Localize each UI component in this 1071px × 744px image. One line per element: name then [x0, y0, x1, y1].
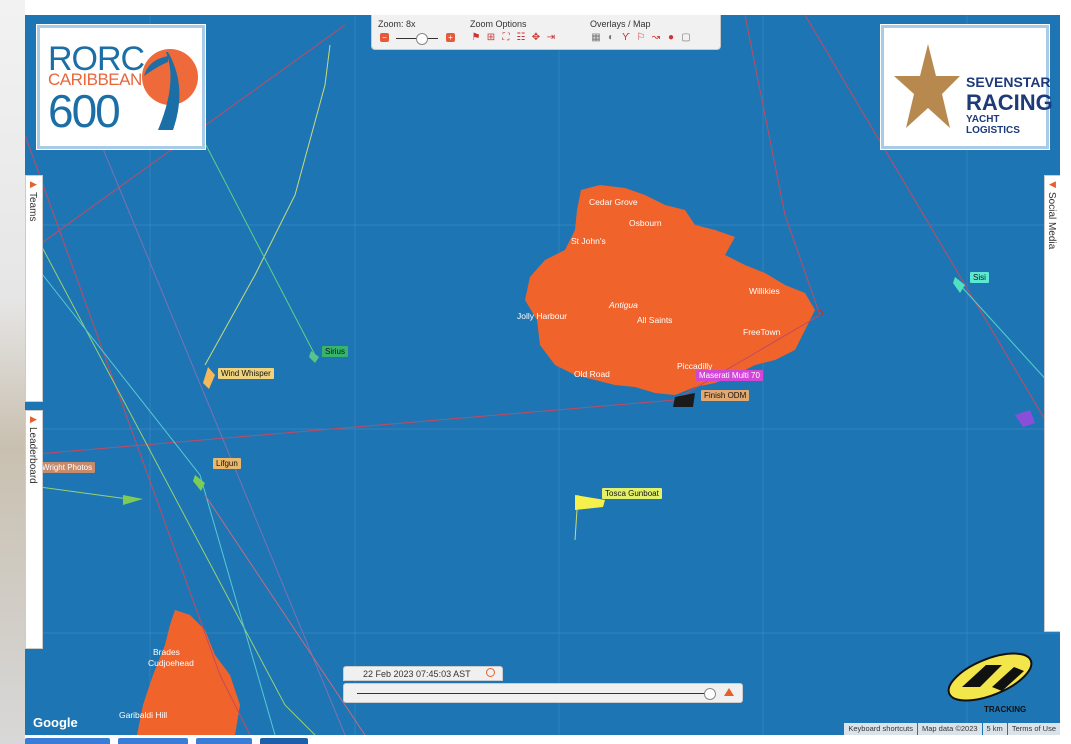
zoom-options-label: Zoom Options — [470, 19, 527, 29]
leaderboard-arrow-icon: ▶ — [30, 414, 37, 424]
leaderboard-tab-label: Leaderboard — [27, 427, 38, 484]
map-footer: Keyboard shortcuts Map data ©2023 5 km T… — [843, 723, 1060, 735]
timeline-datetime: 22 Feb 2023 07:45:03 AST — [343, 666, 503, 681]
place-brades: Brades — [153, 647, 180, 657]
boat-label-finish[interactable]: Finish ODM — [701, 390, 750, 401]
boat-label-lifgun[interactable]: Lifgun — [213, 458, 241, 469]
boat-label-sisi[interactable]: Sisi — [970, 272, 989, 283]
star-icon — [894, 44, 960, 128]
place-garibaldi-hill: Garibaldi Hill — [119, 710, 168, 720]
fleet-icon[interactable]: ⛶ — [500, 32, 512, 44]
timeline-control[interactable]: 22 Feb 2023 07:45:03 AST — [343, 666, 743, 704]
timeline-knob[interactable] — [704, 688, 716, 700]
place-osbourn: Osbourn — [629, 218, 662, 228]
timeline-bar[interactable] — [343, 683, 743, 703]
grid-icon[interactable]: ▦ — [590, 32, 602, 44]
leaderboard-tab[interactable]: ▶ Leaderboard — [25, 410, 43, 649]
bottom-buttons-strip — [25, 738, 308, 744]
play-icon[interactable] — [724, 688, 734, 696]
social-tab-label: Social Media — [1046, 192, 1057, 250]
place-willikies: Willikies — [749, 286, 780, 296]
clock-icon[interactable] — [486, 668, 495, 677]
rorc-logo[interactable]: RORC CARIBBEAN 600 — [37, 25, 205, 149]
keyboard-shortcuts-link[interactable]: Keyboard shortcuts — [844, 723, 917, 735]
zoom-options-icons: ⚑ ⊞ ⛶ ☷ ✥ ⇥ — [470, 32, 557, 44]
rorc-logo-line3: 600 — [48, 85, 121, 137]
zoom-in-icon[interactable]: + — [446, 33, 455, 42]
sevenstar-text3: YACHT LOGISTICS — [966, 114, 1020, 136]
timeline-track[interactable] — [357, 693, 707, 694]
social-media-tab[interactable]: ◀ Social Media — [1044, 175, 1060, 632]
terms-link[interactable]: Terms of Use — [1007, 723, 1060, 735]
map-data-text: Map data ©2023 — [917, 723, 982, 735]
place-cudjoehead: Cudjoehead — [148, 658, 194, 668]
wind-icon[interactable]: ϒ — [620, 32, 632, 44]
overlays-label: Overlays / Map — [590, 19, 651, 29]
flag-icon[interactable]: ⚑ — [470, 32, 482, 44]
fit-icon[interactable]: ✥ — [530, 32, 542, 44]
map-toolbar: Zoom: 8x Zoom Options Overlays / Map − +… — [371, 15, 721, 50]
place-antigua: Antigua — [609, 300, 638, 310]
place-all-saints: All Saints — [637, 315, 673, 325]
globe-icon[interactable]: ● — [665, 32, 677, 44]
plus-box-icon[interactable]: ⊞ — [485, 32, 497, 44]
layer-icon[interactable]: ▢ — [680, 32, 692, 44]
place-cedar-grove: Cedar Grove — [589, 197, 638, 207]
place-jolly-harbour: Jolly Harbour — [517, 311, 568, 321]
place-old-road: Old Road — [574, 369, 610, 379]
route-icon[interactable]: ↝ — [650, 32, 662, 44]
sevenstar-text2: RACING — [966, 90, 1053, 115]
boat-label-wind-whisper[interactable]: Wind Whisper — [218, 368, 274, 379]
zoom-label: Zoom: 8x — [378, 19, 416, 29]
boat-label-maserati[interactable]: Maserati Multi 70 — [696, 370, 763, 381]
boat-label-sirius[interactable]: Sirius — [322, 346, 349, 357]
exit-icon[interactable]: ⇥ — [545, 32, 557, 44]
yb-tracking-logo[interactable]: TRACKING — [940, 647, 1040, 717]
teams-arrow-icon: ▶ — [30, 179, 37, 189]
course-flag-icon[interactable]: ⚐ — [635, 32, 647, 44]
place-st-johns: St John's — [571, 236, 606, 246]
bottom-button-2[interactable] — [118, 738, 188, 744]
teams-tab[interactable]: ▶ Teams — [25, 175, 43, 402]
yb-logo-icon — [947, 652, 1033, 702]
bottom-button-4[interactable] — [260, 738, 308, 744]
sevenstar-text1: SEVENSTAR — [966, 74, 1051, 90]
group-icon[interactable]: ☷ — [515, 32, 527, 44]
boat-label-tosca[interactable]: Tosca Gunboat — [602, 488, 662, 499]
place-freetown: FreeTown — [743, 327, 781, 337]
sevenstar-logo[interactable]: SEVENSTAR RACING YACHT LOGISTICS — [881, 25, 1053, 149]
boat-label-wright[interactable]: Wright Photos — [39, 462, 96, 473]
bottom-button-1[interactable] — [25, 738, 110, 744]
zoom-knob[interactable] — [416, 33, 428, 45]
day-night-icon[interactable]: ◐ — [605, 32, 617, 44]
page-background — [0, 0, 25, 744]
teams-tab-label: Teams — [27, 192, 38, 222]
palm-sail-icon — [142, 49, 198, 130]
social-arrow-icon: ◀ — [1049, 179, 1056, 189]
race-map[interactable]: RORC CARIBBEAN 600 SEVENSTAR RACING YACH… — [25, 15, 1060, 735]
bottom-button-3[interactable] — [196, 738, 252, 744]
scale-text: 5 km — [982, 723, 1007, 735]
zoom-out-icon[interactable]: − — [380, 33, 389, 42]
google-logo: Google — [33, 715, 78, 730]
yb-tracking-text: TRACKING — [984, 705, 1027, 714]
overlay-icons: ▦ ◐ ϒ ⚐ ↝ ● ▢ — [590, 32, 692, 44]
